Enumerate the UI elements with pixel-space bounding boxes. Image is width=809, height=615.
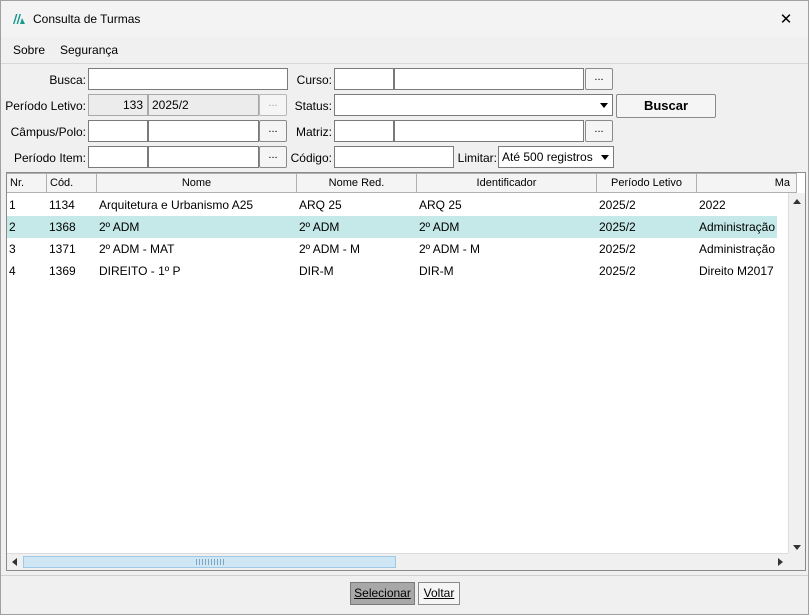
cell-nome-red: 2º ADM - M: [299, 242, 361, 256]
campus-polo-name[interactable]: [148, 120, 259, 142]
cell-cod: 1371: [49, 242, 76, 256]
column-header-nr[interactable]: Nr.: [7, 173, 47, 193]
periodo-item-code[interactable]: [88, 146, 148, 168]
cell-cod: 1134: [49, 198, 75, 212]
cell-identificador: ARQ 25: [419, 198, 462, 212]
periodo-letivo-label: Período Letivo:: [5, 99, 86, 113]
cell-nr: 1: [9, 198, 16, 212]
scroll-down-icon[interactable]: [793, 545, 801, 550]
cell-nome: 2º ADM - MAT: [99, 242, 175, 256]
window-title: Consulta de Turmas: [33, 12, 141, 26]
cell-nr: 4: [9, 264, 16, 278]
menu-bar: Sobre Segurança: [1, 39, 808, 61]
curso-lookup-button[interactable]: ...: [585, 68, 613, 90]
column-header-identificador[interactable]: Identificador: [417, 173, 597, 193]
matriz-code[interactable]: [334, 120, 394, 142]
turmas-grid[interactable]: Nr. Cód. Nome Nome Red. Identificador Pe…: [6, 172, 806, 571]
cell-matriz: 2022: [699, 198, 726, 212]
column-header-matriz[interactable]: Ma: [697, 173, 797, 193]
status-label: Status:: [294, 99, 332, 113]
periodo-letivo-name: 2025/2: [148, 94, 259, 116]
cell-periodo-letivo: 2025/2: [599, 198, 636, 212]
table-row-selected[interactable]: 2 1368 2º ADM 2º ADM 2º ADM 2025/2 Admin…: [7, 216, 777, 238]
matriz-lookup-button[interactable]: ...: [585, 120, 613, 142]
cell-identificador: 2º ADM - M: [419, 242, 481, 256]
periodo-letivo-code: 133: [88, 94, 148, 116]
app-logo-icon: [13, 14, 25, 24]
status-select[interactable]: [334, 94, 613, 116]
busca-input[interactable]: [88, 68, 288, 90]
menu-sobre[interactable]: Sobre: [13, 43, 45, 57]
scroll-grip-icon: [196, 559, 226, 565]
cell-periodo-letivo: 2025/2: [599, 242, 636, 256]
cell-periodo-letivo: 2025/2: [599, 264, 636, 278]
voltar-button[interactable]: Voltar: [418, 582, 460, 605]
cell-matriz: Administração: [699, 242, 776, 256]
cell-periodo-letivo: 2025/2: [599, 220, 636, 234]
column-header-periodo-letivo[interactable]: Período Letivo: [597, 173, 697, 193]
cell-nr: 3: [9, 242, 16, 256]
scrollbar-corner: [788, 553, 805, 570]
horizontal-scrollbar[interactable]: [7, 553, 788, 570]
cell-nome: Arquitetura e Urbanismo A25: [99, 198, 254, 212]
column-header-nome-red[interactable]: Nome Red.: [297, 173, 417, 193]
campus-polo-code[interactable]: [88, 120, 148, 142]
close-button[interactable]: ✕: [764, 1, 808, 37]
limitar-label: Limitar:: [457, 151, 497, 165]
cell-cod: 1369: [49, 264, 76, 278]
cell-identificador: DIR-M: [419, 264, 454, 278]
cell-nr: 2: [9, 220, 16, 234]
cell-nome: DIREITO - 1º P: [99, 264, 181, 278]
menu-seguranca[interactable]: Segurança: [60, 43, 118, 57]
cell-matriz: Direito M2017: [699, 264, 774, 278]
matriz-name[interactable]: [394, 120, 584, 142]
close-icon: ✕: [779, 11, 793, 28]
codigo-input[interactable]: [334, 146, 454, 168]
cell-nome-red: DIR-M: [299, 264, 334, 278]
periodo-item-label: Período Item:: [13, 151, 86, 165]
menu-divider: [1, 63, 808, 64]
grid-header: Nr. Cód. Nome Nome Red. Identificador Pe…: [7, 173, 797, 193]
cell-cod: 1368: [49, 220, 76, 234]
cell-nome-red: ARQ 25: [299, 198, 342, 212]
curso-code[interactable]: [334, 68, 394, 90]
chevron-down-icon: [600, 103, 608, 108]
curso-name[interactable]: [394, 68, 584, 90]
cell-matriz: Administração: [699, 220, 776, 234]
title-bar: Consulta de Turmas ✕: [1, 1, 808, 37]
scroll-left-icon[interactable]: [12, 558, 17, 566]
cell-nome: 2º ADM: [99, 220, 140, 234]
cell-nome-red: 2º ADM: [299, 220, 340, 234]
selecionar-button[interactable]: Selecionar: [350, 582, 415, 605]
table-row[interactable]: 4 1369 DIREITO - 1º P DIR-M DIR-M 2025/2…: [7, 260, 777, 282]
limitar-select[interactable]: Até 500 registros: [498, 146, 614, 168]
consulta-turmas-window: Consulta de Turmas ✕ Sobre Segurança Bus…: [0, 0, 809, 615]
footer-divider: [1, 575, 808, 576]
scroll-right-icon[interactable]: [778, 558, 783, 566]
busca-label: Busca:: [49, 73, 86, 87]
codigo-label: Código:: [290, 151, 332, 165]
vertical-scrollbar[interactable]: [788, 193, 805, 556]
limitar-select-value: Até 500 registros: [502, 150, 593, 164]
matriz-label: Matriz:: [296, 125, 332, 139]
chevron-down-icon: [601, 155, 609, 160]
scroll-up-icon[interactable]: [793, 199, 801, 204]
cell-identificador: 2º ADM: [419, 220, 460, 234]
column-header-cod[interactable]: Cód.: [47, 173, 97, 193]
periodo-item-name[interactable]: [148, 146, 259, 168]
horizontal-scroll-thumb[interactable]: [23, 556, 396, 568]
curso-label: Curso:: [296, 73, 332, 87]
buscar-button[interactable]: Buscar: [616, 94, 716, 118]
periodo-letivo-lookup-button[interactable]: ...: [259, 94, 287, 116]
table-row[interactable]: 1 1134 Arquitetura e Urbanismo A25 ARQ 2…: [7, 194, 777, 216]
column-header-nome[interactable]: Nome: [97, 173, 297, 193]
campus-polo-lookup-button[interactable]: ...: [259, 120, 287, 142]
campus-polo-label: Câmpus/Polo:: [10, 125, 86, 139]
table-row[interactable]: 3 1371 2º ADM - MAT 2º ADM - M 2º ADM - …: [7, 238, 777, 260]
